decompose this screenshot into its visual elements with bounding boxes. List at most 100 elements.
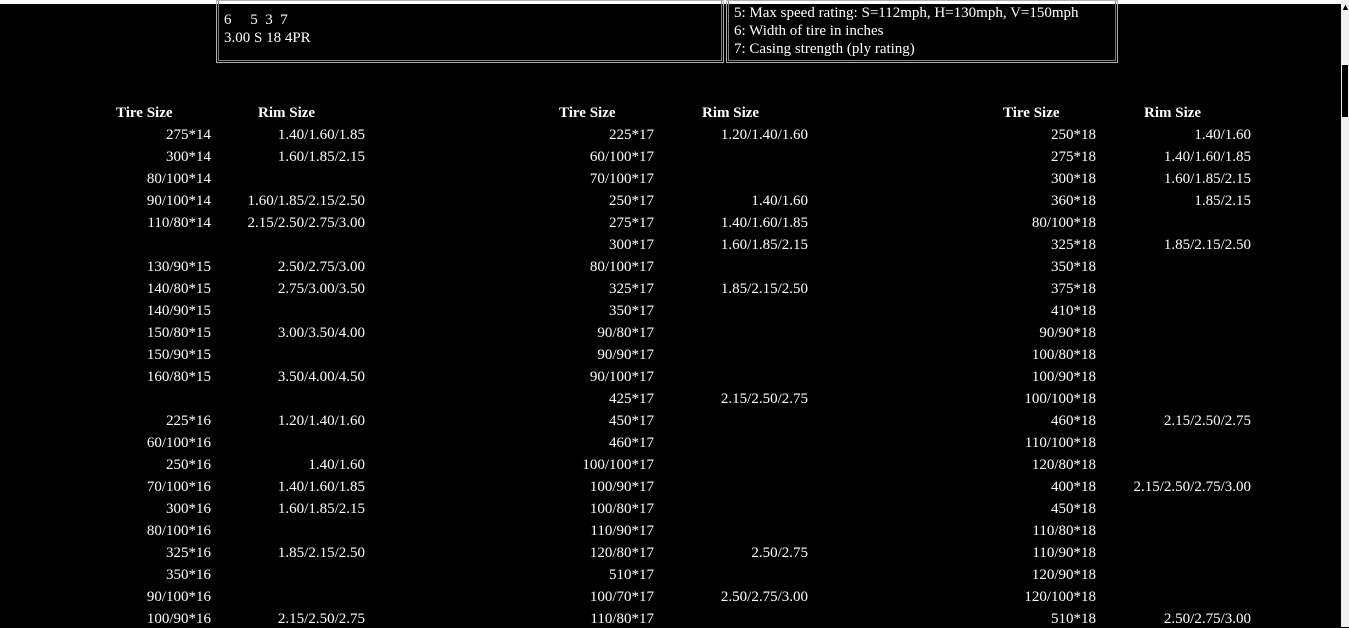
rim-size-cell: 2.75/3.00/3.50 (277, 281, 365, 297)
rim-size-cell: 2.15/2.50/2.75 (277, 611, 365, 627)
rim-size-cell: 1.85/2.15/2.50 (1163, 237, 1251, 253)
rim-size-cell: 2.50/2.75/3.00 (1163, 611, 1251, 627)
tire-size-cell: 120/80*18 (1031, 457, 1096, 473)
rim-size-cell: 1.85/2.15/2.50 (277, 545, 365, 561)
tire-size-cell: 140/80*15 (146, 281, 211, 297)
tire-size-cell: 80/100*18 (1031, 215, 1096, 231)
page-scrollbar[interactable]: ▲ (1341, 0, 1349, 627)
legend-line-7: 7: Casing strength (ply rating) (734, 41, 915, 57)
tire-size-cell: 100/100*18 (1024, 391, 1096, 407)
tire-size-cell: 275*17 (609, 215, 654, 231)
tire-size-cell: 460*18 (1051, 413, 1096, 429)
tire-size-cell: 120/90*18 (1031, 567, 1096, 583)
tire-size-cell: 70/100*16 (146, 479, 211, 495)
rim-size-cell: 2.50/2.75/3.00 (720, 589, 808, 605)
tire-size-cell: 100/80*17 (589, 501, 654, 517)
tire-size-cell: 100/90*16 (146, 611, 211, 627)
rim-size-cell: 1.40/1.60 (308, 457, 365, 473)
rim-size-cell: 2.15/2.50/2.75 (1163, 413, 1251, 429)
rim-size-cell: 3.50/4.00/4.50 (277, 369, 365, 385)
tire-size-cell: 450*17 (609, 413, 654, 429)
rim-size-cell: 2.15/2.50/2.75/3.00 (247, 215, 365, 231)
legend-line-5: 5: Max speed rating: S=112mph, H=130mph,… (734, 5, 1079, 21)
tire-size-cell: 510*18 (1051, 611, 1096, 627)
tire-size-cell: 300*17 (609, 237, 654, 253)
tire-size-cell: 90/90*18 (1039, 325, 1096, 341)
rim-size-cell: 2.50/2.75 (751, 545, 808, 561)
tire-size-cell: 90/90*17 (597, 347, 654, 363)
rim-size-cell: 1.60/1.85/2.15 (277, 501, 365, 517)
rim-size-cell: 1.40/1.60 (1194, 127, 1251, 143)
tire-size-cell: 100/100*17 (582, 457, 654, 473)
tire-size-cell: 120/80*17 (589, 545, 654, 561)
tire-size-cell: 80/100*17 (589, 259, 654, 275)
tire-size-cell: 110/90*17 (590, 523, 654, 539)
tire-size-cell: 150/80*15 (146, 325, 211, 341)
tire-size-cell: 250*16 (166, 457, 211, 473)
col3-tire-size-header: Tire Size (1003, 105, 1060, 121)
rim-size-cell: 2.15/2.50/2.75 (720, 391, 808, 407)
tire-size-cell: 410*18 (1051, 303, 1096, 319)
tire-size-cell: 100/70*17 (589, 589, 654, 605)
tire-size-cell: 110/100*18 (1024, 435, 1096, 451)
rim-size-cell: 1.60/1.85/2.15 (277, 149, 365, 165)
tire-size-cell: 90/100*14 (146, 193, 211, 209)
tire-size-cell: 225*16 (166, 413, 211, 429)
rim-size-cell: 1.20/1.40/1.60 (720, 127, 808, 143)
tire-size-cell: 120/100*18 (1024, 589, 1096, 605)
tire-size-cell: 325*17 (609, 281, 654, 297)
example-label: Metric (224, 0, 264, 8)
rim-size-cell: 2.50/2.75/3.00 (277, 259, 365, 275)
rim-size-cell: 1.40/1.60 (751, 193, 808, 209)
tire-size-cell: 400*18 (1051, 479, 1096, 495)
col3-rim-size-header: Rim Size (1144, 105, 1202, 121)
tire-size-cell: 130/90*15 (146, 259, 211, 275)
tire-size-cell: 325*18 (1051, 237, 1096, 253)
tire-size-cell: 140/90*15 (146, 303, 211, 319)
tire-code-legend-box: 5: Max speed rating: S=112mph, H=130mph,… (726, 0, 1118, 63)
tire-size-cell: 425*17 (609, 391, 654, 407)
tire-size-cell: 300*16 (166, 501, 211, 517)
tire-size-cell: 60/100*17 (589, 149, 654, 165)
scrollbar-thumb[interactable] (1342, 65, 1348, 117)
tire-size-cell: 100/90*17 (589, 479, 654, 495)
tire-size-cell: 375*18 (1051, 281, 1096, 297)
tire-size-cell: 110/80*18 (1032, 523, 1096, 539)
tire-size-cell: 110/80*17 (590, 611, 654, 627)
tire-size-cell: 100/90*18 (1031, 369, 1096, 385)
tire-size-cell: 110/90*18 (1032, 545, 1096, 561)
example-position-numbers: 6 5 3 7 (224, 12, 288, 28)
tire-size-cell: 70/100*17 (589, 171, 654, 187)
legend-line-6: 6: Width of tire in inches (734, 23, 884, 39)
tire-size-cell: 60/100*16 (146, 435, 211, 451)
rim-size-cell: 1.85/2.15 (1194, 193, 1251, 209)
tire-size-cell: 325*16 (166, 545, 211, 561)
rim-size-cell: 1.40/1.60/1.85 (277, 127, 365, 143)
rim-size-cell: 1.85/2.15/2.50 (720, 281, 808, 297)
tire-size-cell: 90/100*17 (589, 369, 654, 385)
tire-code-example-box: Metric 6 5 3 7 3.00 S 18 4PR (216, 0, 724, 63)
tire-size-cell: 80/100*14 (146, 171, 211, 187)
col1-tire-size-header: Tire Size (116, 105, 173, 121)
tire-size-cell: 90/80*17 (597, 325, 654, 341)
tire-size-cell: 110/80*14 (147, 215, 211, 231)
col2-rim-size-header: Rim Size (702, 105, 760, 121)
rim-size-cell: 3.00/3.50/4.00 (277, 325, 365, 341)
rim-size-cell: 1.60/1.85/2.15/2.50 (247, 193, 365, 209)
col1-rim-size-header: Rim Size (258, 105, 316, 121)
tire-size-cell: 300*18 (1051, 171, 1096, 187)
rim-size-cell: 1.60/1.85/2.15 (1163, 171, 1251, 187)
tire-size-cell: 90/100*16 (146, 589, 211, 605)
tire-size-cell: 275*18 (1051, 149, 1096, 165)
scroll-up-arrow-icon[interactable]: ▲ (1341, 0, 1349, 14)
col2-tire-size-header: Tire Size (559, 105, 616, 121)
tire-size-cell: 450*18 (1051, 501, 1096, 517)
rim-size-cell: 1.60/1.85/2.15 (720, 237, 808, 253)
tire-size-cell: 100/80*18 (1031, 347, 1096, 363)
rim-size-cell: 1.40/1.60/1.85 (277, 479, 365, 495)
tire-size-cell: 510*17 (609, 567, 654, 583)
rim-size-cell: 1.40/1.60/1.85 (720, 215, 808, 231)
rim-size-cell: 1.20/1.40/1.60 (277, 413, 365, 429)
tire-size-cell: 460*17 (609, 435, 654, 451)
tire-size-cell: 150/90*15 (146, 347, 211, 363)
